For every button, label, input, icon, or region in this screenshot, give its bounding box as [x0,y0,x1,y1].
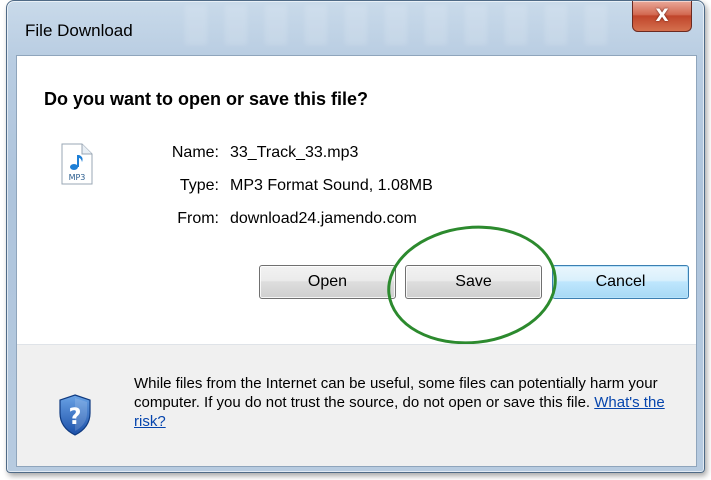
title-bar-background-blur [167,5,614,45]
file-type-value: MP3 Format Sound, 1.08MB [230,177,433,194]
file-name-value: 33_Track_33.mp3 [230,144,359,161]
file-from-value: download24.jamendo.com [230,210,417,227]
file-type-label: Type: [179,177,219,194]
file-name-row: Name: 33_Track_33.mp3 [17,144,696,166]
file-name-label: Name: [171,144,219,161]
cancel-button[interactable]: Cancel [552,265,689,299]
dialog-body: Do you want to open or save this file? M… [16,55,697,467]
dialog-question: Do you want to open or save this file? [44,89,369,109]
svg-text:?: ? [69,405,82,430]
file-from-label: From: [177,210,219,227]
security-shield-question-icon: ? [58,394,92,436]
window-title: File Download [25,21,133,40]
title-bar[interactable]: File Download X [7,1,704,56]
file-download-window: File Download X Do you want to open or s… [6,0,705,473]
close-icon: X [655,6,669,26]
open-button[interactable]: Open [259,265,396,299]
security-warning-message: While files from the Internet can be use… [134,374,689,431]
file-type-row: Type: MP3 Format Sound, 1.08MB [17,177,696,199]
save-highlight-circle [381,217,563,353]
file-from-row: From: download24.jamendo.com [17,210,696,232]
warning-text: While files from the Internet can be use… [134,375,658,411]
close-button[interactable]: X [632,1,692,32]
